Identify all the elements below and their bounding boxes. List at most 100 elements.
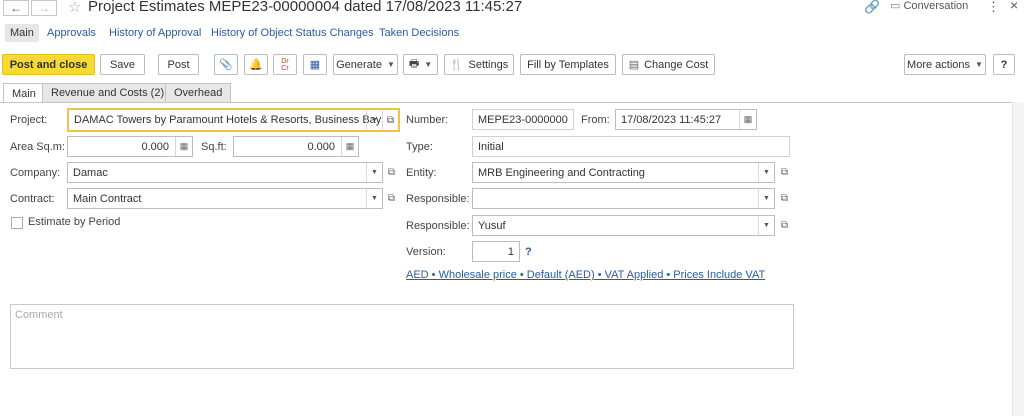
- fill-by-templates-button[interactable]: Fill by Templates: [520, 54, 616, 75]
- number-field[interactable]: MEPE23-00000004: [472, 109, 574, 130]
- printer-icon: 🖶: [408, 58, 420, 70]
- responsible-open-icon[interactable]: ⧉: [777, 188, 792, 209]
- caret-down-icon: ▼: [386, 60, 395, 69]
- dr-cr-icon: Dr Cr: [281, 57, 289, 72]
- version-field[interactable]: 1: [472, 241, 520, 262]
- type-field[interactable]: Initial: [472, 136, 790, 157]
- contract-open-icon[interactable]: ⧉: [384, 188, 399, 209]
- responsible-field[interactable]: ▼: [472, 188, 775, 209]
- more-menu-icon[interactable]: ⋮: [987, 0, 1000, 15]
- version-value: 1: [507, 245, 514, 258]
- type-label: Type:: [406, 141, 433, 153]
- from-field[interactable]: 17/08/2023 11:45:27 ▦: [615, 109, 757, 130]
- hierarchy-icon: ▦: [309, 59, 321, 71]
- entity-field[interactable]: MRB Engineering and Contracting ▼: [472, 162, 775, 183]
- scrollbar[interactable]: [1012, 102, 1024, 416]
- entity-open-icon[interactable]: ⧉: [777, 162, 792, 183]
- comment-field[interactable]: Comment: [10, 304, 794, 369]
- company-label: Company:: [10, 167, 61, 179]
- bell-icon: 🔔: [249, 59, 263, 71]
- type-value: Initial: [478, 140, 504, 153]
- settings-button[interactable]: 🍴 Settings: [444, 54, 514, 75]
- contract-value: Main Contract: [73, 192, 142, 205]
- tab-overhead[interactable]: Overhead: [165, 83, 232, 102]
- attach-button[interactable]: 📎: [214, 54, 238, 75]
- paperclip-icon: 📎: [219, 59, 233, 71]
- generate-button[interactable]: Generate ▼: [333, 54, 398, 75]
- contract-dropdown-icon[interactable]: ▼: [366, 189, 382, 208]
- section-taken-decisions[interactable]: Taken Decisions: [379, 27, 459, 39]
- responsible-2-field[interactable]: Yusuf ▼: [472, 215, 775, 236]
- section-history-of-approval[interactable]: History of Approval: [109, 27, 201, 39]
- contract-label: Contract:: [10, 193, 55, 205]
- arrow-right-icon: →: [38, 1, 50, 15]
- responsible-2-open-icon[interactable]: ⧉: [777, 215, 792, 236]
- post-button[interactable]: Post: [158, 54, 199, 75]
- area-label: Area Sq.m:: [10, 141, 66, 153]
- link-icon[interactable]: 🔗: [864, 0, 880, 15]
- entity-label: Entity:: [406, 167, 437, 179]
- change-cost-label: Change Cost: [644, 58, 709, 71]
- entity-value: MRB Engineering and Contracting: [478, 166, 645, 179]
- from-value: 17/08/2023 11:45:27: [621, 113, 722, 126]
- calculator-icon: ▤: [628, 59, 640, 71]
- section-history-status-changes[interactable]: History of Object Status Changes: [211, 27, 374, 39]
- area-field[interactable]: 0.000 ▦: [67, 136, 193, 157]
- print-button[interactable]: 🖶 ▼: [403, 54, 438, 75]
- responsible-2-dropdown-icon[interactable]: ▼: [758, 216, 774, 235]
- sqft-value: 0.000: [307, 140, 335, 153]
- favorite-star-icon[interactable]: ☆: [68, 0, 81, 16]
- section-approvals[interactable]: Approvals: [47, 27, 96, 39]
- sqft-field[interactable]: 0.000 ▦: [233, 136, 359, 157]
- project-value: DAMAC Towers by Paramount Hotels & Resor…: [74, 114, 382, 126]
- structure-button[interactable]: ▦: [303, 54, 327, 75]
- project-open-icon[interactable]: ⧉: [382, 110, 398, 130]
- project-field[interactable]: DAMAC Towers by Paramount Hotels & Resor…: [67, 108, 400, 132]
- arrow-left-icon: ←: [10, 1, 22, 15]
- price-settings-link[interactable]: AED • Wholesale price • Default (AED) • …: [406, 269, 765, 281]
- area-value: 0.000: [141, 140, 169, 153]
- help-button[interactable]: ?: [993, 54, 1015, 75]
- estimate-by-period-checkbox[interactable]: [11, 217, 23, 229]
- more-actions-button[interactable]: More actions ▼: [904, 54, 986, 75]
- save-button[interactable]: Save: [100, 54, 145, 75]
- number-label: Number:: [406, 114, 449, 126]
- calculator-icon[interactable]: ▦: [175, 137, 192, 156]
- back-button[interactable]: ←: [3, 0, 29, 16]
- entity-dropdown-icon[interactable]: ▼: [758, 163, 774, 182]
- forward-button[interactable]: →: [31, 0, 57, 16]
- responsible-label: Responsible:: [406, 193, 470, 205]
- post-and-close-button[interactable]: Post and close: [2, 54, 95, 75]
- change-cost-button[interactable]: ▤ Change Cost: [622, 54, 715, 75]
- responsible-2-label: Responsible:: [406, 220, 470, 232]
- tab-main[interactable]: Main: [3, 83, 45, 103]
- settings-label: Settings: [468, 58, 509, 71]
- contract-field[interactable]: Main Contract ▼: [67, 188, 383, 209]
- tab-divider: [0, 102, 1012, 103]
- version-help-icon[interactable]: ?: [525, 246, 532, 258]
- version-label: Version:: [406, 246, 446, 258]
- responsible-dropdown-icon[interactable]: ▼: [758, 189, 774, 208]
- company-open-icon[interactable]: ⧉: [384, 162, 399, 183]
- company-dropdown-icon[interactable]: ▼: [366, 163, 382, 182]
- caret-down-icon: ▼: [975, 60, 983, 69]
- comment-placeholder: Comment: [15, 309, 63, 321]
- caret-down-icon: ▼: [424, 60, 433, 69]
- calculator-icon[interactable]: ▦: [341, 137, 358, 156]
- number-value: MEPE23-00000004: [478, 113, 568, 126]
- calendar-icon[interactable]: ▦: [739, 110, 756, 129]
- page-title: Project Estimates MEPE23-00000004 dated …: [88, 0, 523, 15]
- company-field[interactable]: Damac ▼: [67, 162, 383, 183]
- notify-button[interactable]: 🔔: [244, 54, 268, 75]
- project-dropdown-icon[interactable]: ▼: [366, 110, 382, 130]
- conversation-label: Conversation: [903, 0, 969, 12]
- chat-icon: ▭: [890, 0, 901, 12]
- conversation-button[interactable]: ▭ Conversation: [890, 0, 968, 12]
- sqft-label: Sq.ft:: [201, 141, 227, 153]
- tab-revenue-and-costs[interactable]: Revenue and Costs (2): [42, 83, 174, 102]
- close-icon[interactable]: ×: [1010, 0, 1018, 13]
- section-main[interactable]: Main: [5, 24, 39, 42]
- company-value: Damac: [73, 166, 108, 179]
- dr-cr-button[interactable]: Dr Cr: [273, 54, 297, 75]
- project-label: Project:: [10, 114, 48, 126]
